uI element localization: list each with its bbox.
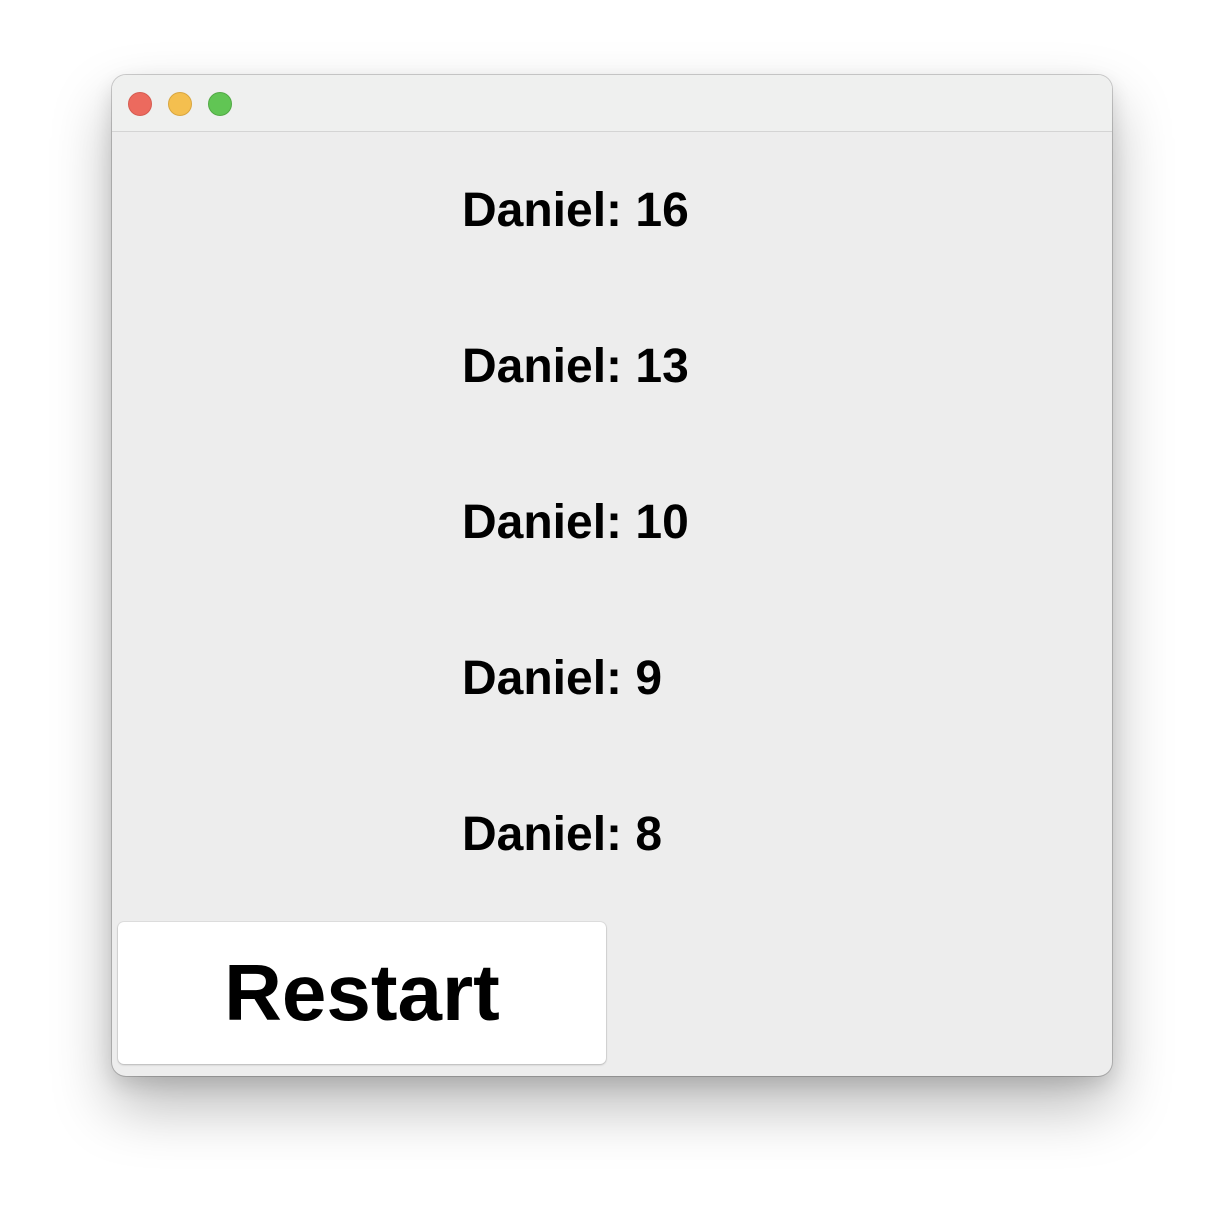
score-entry: Daniel: 13 [462, 340, 689, 393]
score-entry: Daniel: 8 [462, 808, 663, 861]
close-window-button[interactable] [128, 92, 152, 116]
app-window: Daniel: 16 Daniel: 13 Daniel: 10 Daniel:… [112, 75, 1112, 1076]
minimize-window-button[interactable] [168, 92, 192, 116]
restart-button[interactable]: Restart [118, 922, 606, 1064]
title-bar [112, 75, 1112, 132]
maximize-window-button[interactable] [208, 92, 232, 116]
score-entry: Daniel: 9 [462, 652, 663, 705]
score-entry: Daniel: 10 [462, 496, 689, 549]
score-entry: Daniel: 16 [462, 184, 689, 237]
scoreboard: Daniel: 16 Daniel: 13 Daniel: 10 Daniel:… [112, 132, 1112, 1076]
